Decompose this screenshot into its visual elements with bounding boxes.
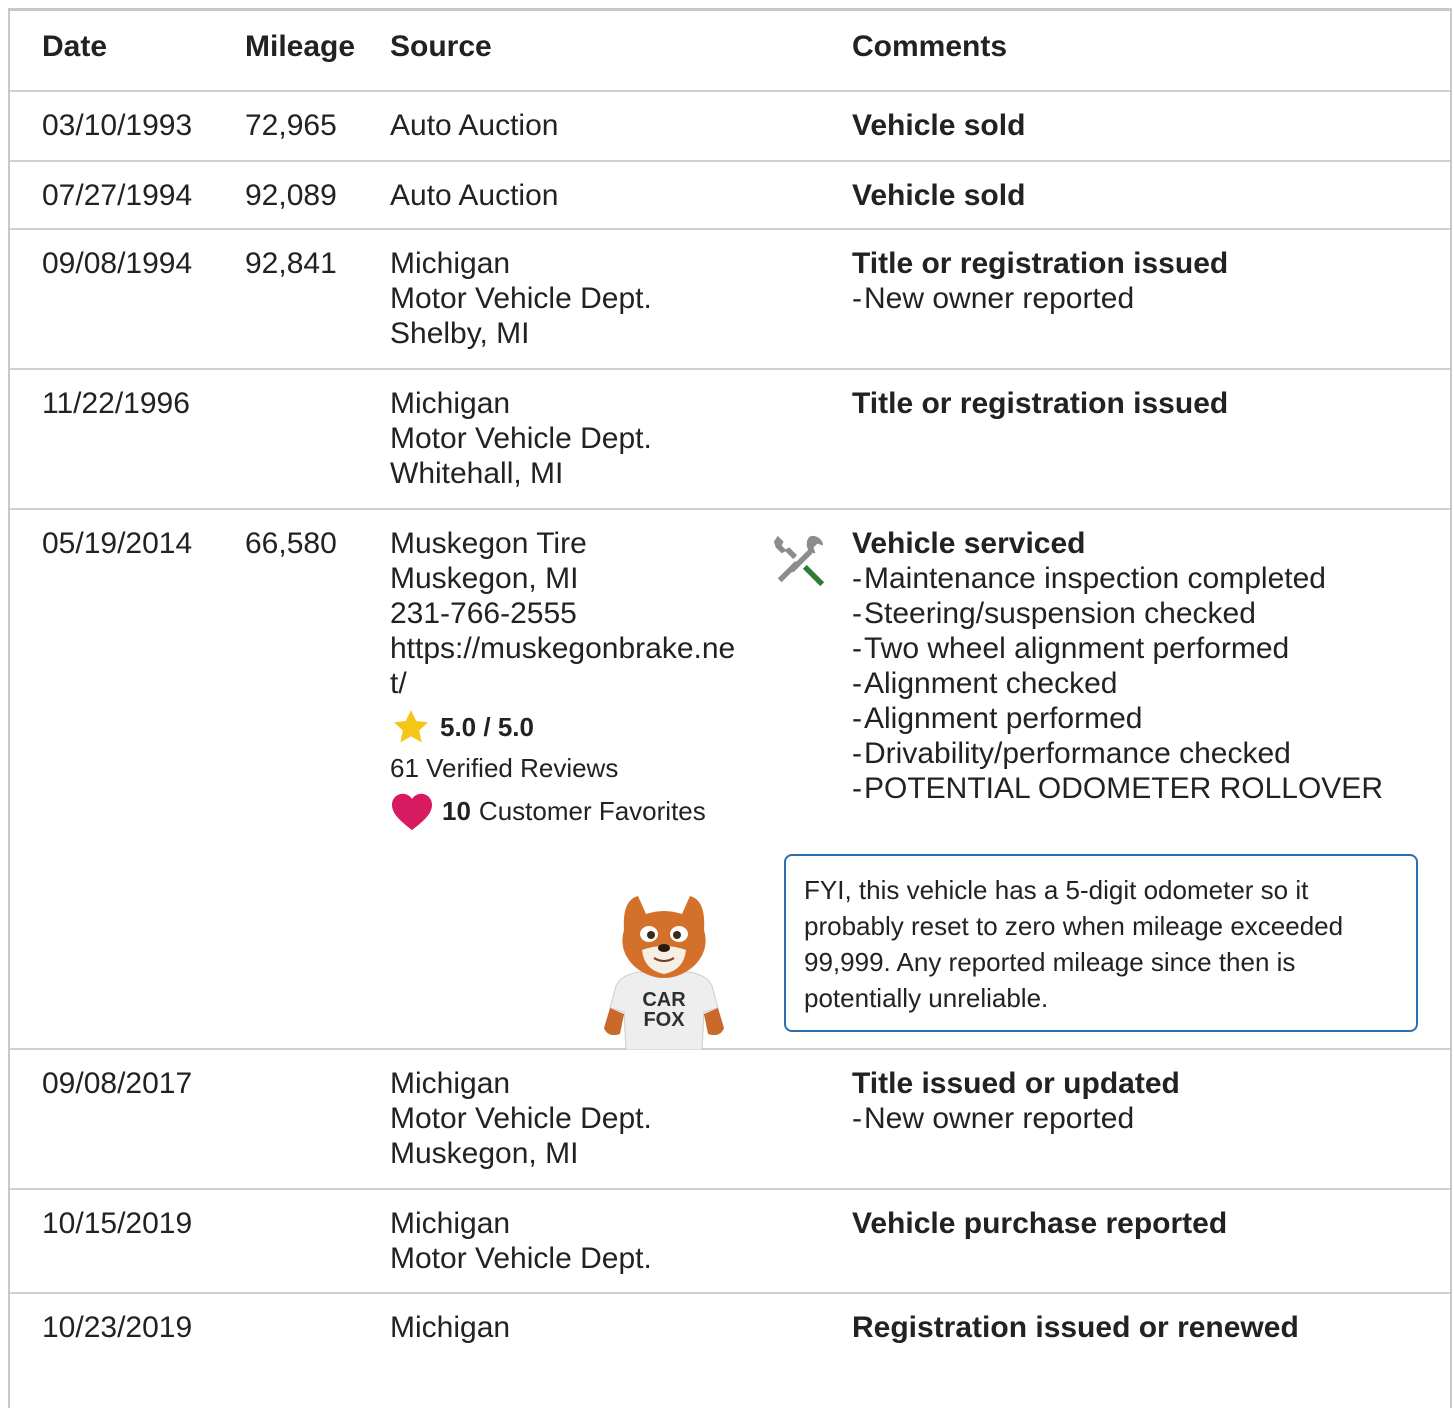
row-comments: Vehicle sold bbox=[852, 108, 1432, 143]
column-header-source: Source bbox=[390, 30, 492, 63]
row-source: Michigan Motor Vehicle Dept. bbox=[390, 1206, 760, 1276]
comment-detail: New owner reported bbox=[852, 1101, 1432, 1136]
table-row: 09/08/2017 Michigan Motor Vehicle Dept. … bbox=[10, 1050, 1450, 1190]
table-row: 09/08/1994 92,841 Michigan Motor Vehicle… bbox=[10, 230, 1450, 370]
customer-favorites: 10 Customer Favorites bbox=[390, 791, 760, 831]
row-comments: Title or registration issued bbox=[852, 386, 1432, 421]
comment-title: Title issued or updated bbox=[852, 1067, 1180, 1100]
source-line: Muskegon, MI bbox=[390, 562, 579, 595]
comment-detail: POTENTIAL ODOMETER ROLLOVER bbox=[852, 771, 1432, 806]
table-row: 10/15/2019 Michigan Motor Vehicle Dept. … bbox=[10, 1190, 1450, 1294]
carfox-mascot-icon: CAR FOX bbox=[604, 896, 724, 1050]
row-comments: Title issued or updated New owner report… bbox=[852, 1066, 1432, 1136]
row-source: Auto Auction bbox=[390, 108, 760, 143]
source-line: Michigan bbox=[390, 1067, 511, 1100]
source-line: Michigan bbox=[390, 1207, 511, 1240]
row-date: 09/08/1994 bbox=[42, 247, 193, 280]
row-date: 11/22/1996 bbox=[42, 387, 190, 420]
row-date: 10/23/2019 bbox=[42, 1311, 193, 1344]
source-line: Michigan bbox=[390, 387, 511, 420]
source-line: Muskegon Tire bbox=[390, 527, 587, 560]
row-comments: Vehicle sold bbox=[852, 178, 1432, 213]
favorites-label: Customer Favorites bbox=[478, 796, 706, 826]
row-mileage: 66,580 bbox=[245, 527, 337, 560]
source-line: Motor Vehicle Dept. bbox=[390, 282, 652, 315]
table-row: 07/27/1994 92,089 Auto Auction Vehicle s… bbox=[10, 162, 1450, 230]
row-source: Michigan Motor Vehicle Dept. Whitehall, … bbox=[390, 386, 760, 491]
source-line: Motor Vehicle Dept. bbox=[390, 1102, 652, 1135]
source-line: Whitehall, MI bbox=[390, 457, 564, 490]
row-date: 10/15/2019 bbox=[42, 1207, 193, 1240]
table-header-row: Date Mileage Source Comments bbox=[10, 11, 1450, 92]
table-row: 11/22/1996 Michigan Motor Vehicle Dept. … bbox=[10, 370, 1450, 510]
comment-title: Vehicle sold bbox=[852, 179, 1026, 212]
heart-icon bbox=[392, 793, 432, 831]
row-comments: Vehicle purchase reported bbox=[852, 1206, 1432, 1241]
comment-title: Vehicle sold bbox=[852, 109, 1026, 142]
mascot-shirt-text-bottom: FOX bbox=[643, 1009, 685, 1031]
odometer-fyi-box: FYI, this vehicle has a 5-digit odometer… bbox=[784, 854, 1418, 1032]
source-line: Shelby, MI bbox=[390, 317, 530, 350]
row-comments: Vehicle serviced Maintenance inspection … bbox=[852, 526, 1432, 806]
row-mileage: 72,965 bbox=[245, 109, 337, 142]
comment-detail: New owner reported bbox=[852, 281, 1432, 316]
row-comments: Title or registration issued New owner r… bbox=[852, 246, 1432, 316]
row-date: 07/27/1994 bbox=[42, 179, 193, 212]
comment-title: Title or registration issued bbox=[852, 247, 1229, 280]
source-line: Auto Auction bbox=[390, 179, 559, 212]
column-header-date: Date bbox=[42, 30, 108, 63]
verified-reviews-link[interactable]: 61 Verified Reviews bbox=[390, 751, 760, 785]
row-comments: Registration issued or renewed bbox=[852, 1310, 1432, 1345]
source-line: Motor Vehicle Dept. bbox=[390, 1242, 652, 1275]
table-row: 05/19/2014 66,580 Muskegon Tire Muskegon… bbox=[10, 510, 1450, 1050]
source-line: Michigan bbox=[390, 247, 511, 280]
comment-detail: Steering/suspension checked bbox=[852, 596, 1432, 631]
source-line: Michigan bbox=[390, 1311, 511, 1344]
comment-detail: Two wheel alignment performed bbox=[852, 631, 1432, 666]
source-website-link[interactable]: https://muskegonbrake.net/ bbox=[390, 631, 750, 701]
star-icon bbox=[394, 710, 428, 743]
column-header-comments: Comments bbox=[852, 30, 1008, 63]
source-line: Muskegon, MI bbox=[390, 1137, 579, 1170]
table-row: 10/23/2019 Michigan Registration issued … bbox=[10, 1294, 1450, 1363]
row-mileage: 92,089 bbox=[245, 179, 337, 212]
comment-title: Title or registration issued bbox=[852, 387, 1229, 420]
mascot-shirt-text-top: CAR bbox=[642, 989, 686, 1011]
row-source: Muskegon Tire Muskegon, MI 231-766-2555 … bbox=[390, 526, 760, 831]
row-source: Michigan bbox=[390, 1310, 760, 1345]
comment-title: Vehicle purchase reported bbox=[852, 1207, 1228, 1240]
comment-title: Registration issued or renewed bbox=[852, 1311, 1299, 1344]
comment-detail: Alignment checked bbox=[852, 666, 1432, 701]
row-date: 03/10/1993 bbox=[42, 109, 193, 142]
comment-detail: Maintenance inspection completed bbox=[852, 561, 1432, 596]
source-line: Motor Vehicle Dept. bbox=[390, 422, 652, 455]
row-source: Auto Auction bbox=[390, 178, 760, 213]
comment-detail: Alignment performed bbox=[852, 701, 1432, 736]
row-source: Michigan Motor Vehicle Dept. Muskegon, M… bbox=[390, 1066, 760, 1171]
row-date: 09/08/2017 bbox=[42, 1067, 193, 1100]
favorites-count: 10 bbox=[442, 796, 471, 826]
rating-value: 5.0 / 5.0 bbox=[440, 712, 534, 742]
shop-rating: 5.0 / 5.0 bbox=[390, 707, 760, 747]
wrench-screwdriver-icon bbox=[773, 535, 825, 587]
table-row: 03/10/1993 72,965 Auto Auction Vehicle s… bbox=[10, 92, 1450, 162]
column-header-mileage: Mileage bbox=[245, 30, 356, 63]
comment-detail: Drivability/performance checked bbox=[852, 736, 1432, 771]
source-line: Auto Auction bbox=[390, 109, 559, 142]
source-phone[interactable]: 231-766-2555 bbox=[390, 596, 760, 631]
row-mileage: 92,841 bbox=[245, 247, 337, 280]
comment-title: Vehicle serviced bbox=[852, 527, 1086, 560]
row-date: 05/19/2014 bbox=[42, 527, 193, 560]
row-source: Michigan Motor Vehicle Dept. Shelby, MI bbox=[390, 246, 760, 351]
